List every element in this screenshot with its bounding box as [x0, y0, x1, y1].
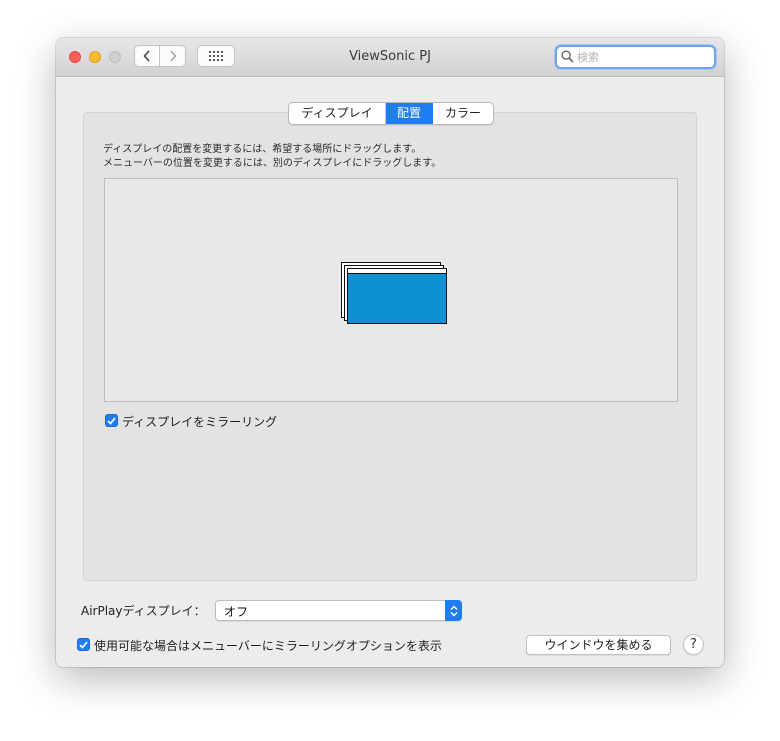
description-line-2: メニューバーの位置を変更するには、別のディスプレイにドラッグします。 — [103, 158, 442, 169]
updown-arrows-icon — [445, 600, 462, 621]
airplay-select[interactable]: オフ — [215, 600, 462, 621]
forward-button[interactable] — [160, 45, 186, 67]
display-arrangement-area — [104, 178, 678, 402]
airplay-label: AirPlayディスプレイ： — [81, 604, 206, 618]
tab-bar: ディスプレイ 配置 カラー — [288, 102, 494, 125]
search-field[interactable] — [555, 45, 716, 69]
back-chevron-icon — [143, 50, 150, 62]
checkmark-icon — [107, 416, 116, 425]
grid-icon — [209, 51, 223, 61]
arrangement-description: ディスプレイの配置を変更するには、希望する場所にドラッグします。 メニューバーの… — [103, 143, 441, 171]
show-all-button[interactable] — [197, 45, 235, 67]
help-button[interactable]: ? — [683, 634, 704, 655]
show-mirroring-options-label: 使用可能な場合はメニューバーにミラーリングオプションを表示 — [94, 639, 442, 653]
search-icon — [561, 50, 574, 63]
minimize-button[interactable] — [89, 51, 101, 63]
tab-color[interactable]: カラー — [433, 103, 493, 124]
title-bar: ViewSonic PJ — [56, 38, 724, 77]
back-button[interactable] — [134, 45, 160, 67]
search-input[interactable] — [577, 49, 709, 65]
preferences-window: ViewSonic PJ ディスプレイ 配置 カラー ディスプレイの配置を変更す… — [56, 38, 724, 667]
checkmark-icon — [79, 640, 88, 649]
forward-chevron-icon — [169, 50, 177, 62]
zoom-button[interactable] — [109, 51, 121, 63]
airplay-select-value: オフ — [224, 605, 249, 619]
display-thumbnail[interactable] — [347, 268, 447, 324]
show-mirroring-options-checkbox[interactable] — [77, 638, 90, 651]
tab-arrangement[interactable]: 配置 — [386, 103, 433, 124]
gather-windows-button[interactable]: ウインドウを集める — [526, 635, 671, 655]
mirror-displays-label: ディスプレイをミラーリング — [122, 415, 278, 429]
mirror-displays-checkbox[interactable] — [105, 414, 118, 427]
description-line-1: ディスプレイの配置を変更するには、希望する場所にドラッグします。 — [103, 144, 422, 155]
tab-display[interactable]: ディスプレイ — [289, 103, 386, 124]
close-button[interactable] — [69, 51, 81, 63]
